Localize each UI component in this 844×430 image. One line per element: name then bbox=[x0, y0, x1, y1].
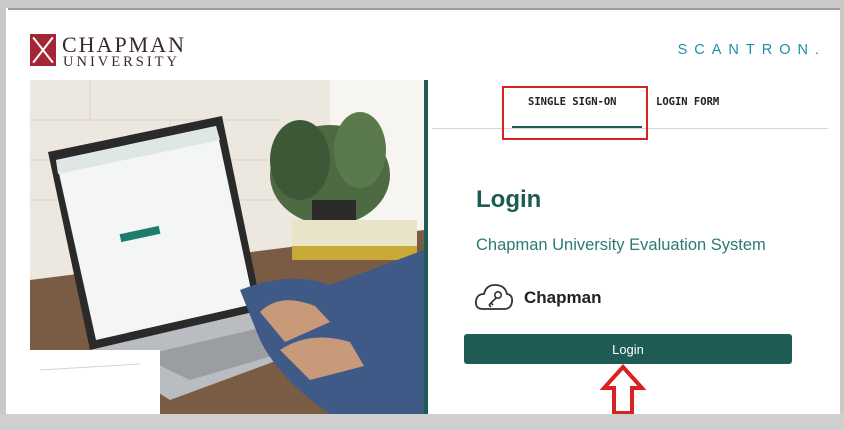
annotation-highlight-box bbox=[502, 86, 648, 140]
login-button[interactable]: Login bbox=[464, 334, 792, 364]
logo-text-line2: UNIVERSITY bbox=[63, 54, 180, 70]
panel-divider bbox=[424, 80, 428, 414]
cloud-key-icon bbox=[474, 284, 514, 310]
scantron-logo: SCANTRON. bbox=[677, 42, 826, 58]
chapman-logo[interactable]: CHAPMAN UNIVERSITY bbox=[30, 32, 184, 74]
chapman-logo-mark bbox=[30, 34, 56, 66]
login-subtitle: Chapman University Evaluation System bbox=[476, 236, 766, 254]
login-title: Login bbox=[476, 186, 542, 213]
hero-photo bbox=[30, 80, 424, 414]
identity-provider-label: Chapman bbox=[524, 288, 602, 307]
bottom-border bbox=[0, 414, 844, 430]
annotation-arrow-up-icon bbox=[600, 364, 646, 415]
tab-login-form[interactable]: LOGIN FORM bbox=[656, 96, 719, 108]
header: CHAPMAN UNIVERSITY SCANTRON. bbox=[6, 10, 840, 74]
